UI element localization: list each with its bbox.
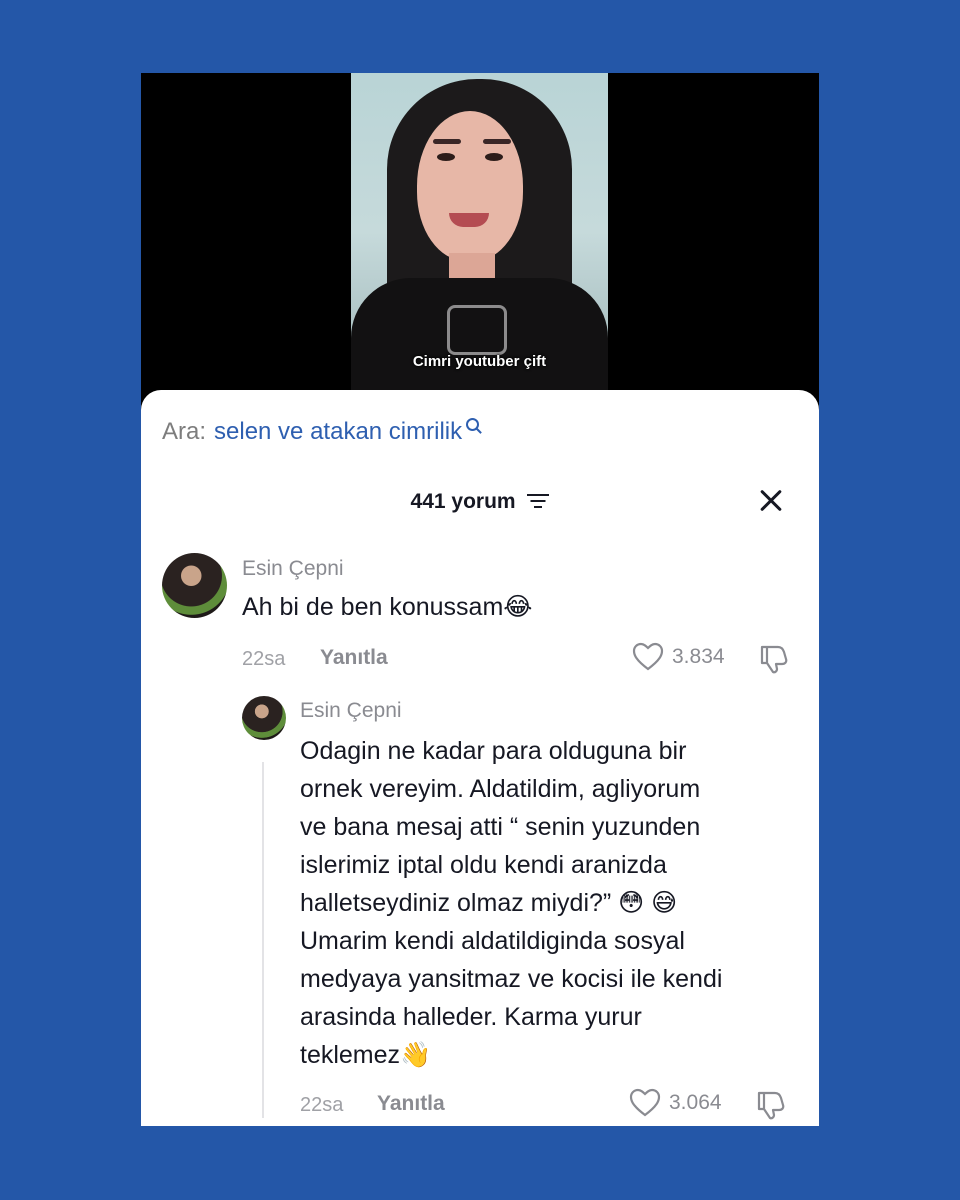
video-player[interactable]: Cimri youtuber çift <box>141 73 819 403</box>
comment-time: 22sa <box>300 1094 344 1116</box>
app-frame: Cimri youtuber çift Ara: selen ve atakan… <box>141 73 819 1126</box>
search-suggestion[interactable]: Ara: selen ve atakan cimrilik <box>162 417 480 446</box>
video-frame[interactable]: Cimri youtuber çift <box>351 73 608 391</box>
like-count: 3.064 <box>669 1091 722 1114</box>
reply-button[interactable]: Yanıtla <box>377 1092 445 1116</box>
reply-button[interactable]: Yanıtla <box>320 646 388 670</box>
video-caption: Cimri youtuber çift <box>412 353 547 370</box>
avatar[interactable] <box>162 553 227 618</box>
filter-icon[interactable] <box>527 492 550 509</box>
comments-panel: Ara: selen ve atakan cimrilik 441 yorum … <box>141 390 819 1126</box>
comment-username[interactable]: Esin Çepni <box>242 557 344 581</box>
close-icon[interactable] <box>755 485 787 517</box>
like-button[interactable]: 3.064 <box>629 1088 722 1118</box>
search-icon[interactable] <box>466 417 480 431</box>
dislike-icon[interactable] <box>758 643 792 675</box>
heart-icon <box>632 642 664 672</box>
dislike-icon[interactable] <box>755 1089 789 1121</box>
search-query[interactable]: selen ve atakan cimrilik <box>214 418 462 446</box>
like-count: 3.834 <box>672 645 725 668</box>
comments-header: 441 yorum <box>141 490 819 514</box>
comment-time: 22sa <box>242 648 286 670</box>
comment-text: Odagin ne kadar para olduguna bir ornek … <box>300 737 723 1069</box>
thread-line <box>262 762 264 1118</box>
comment-count: 441 yorum <box>410 490 516 513</box>
comment-text: Ah bi de ben konussam😂 <box>242 593 533 621</box>
search-prefix: Ara: <box>162 418 207 445</box>
heart-icon <box>629 1088 661 1118</box>
like-button[interactable]: 3.834 <box>632 642 725 672</box>
comment-username[interactable]: Esin Çepni <box>300 699 402 723</box>
avatar[interactable] <box>242 696 286 740</box>
